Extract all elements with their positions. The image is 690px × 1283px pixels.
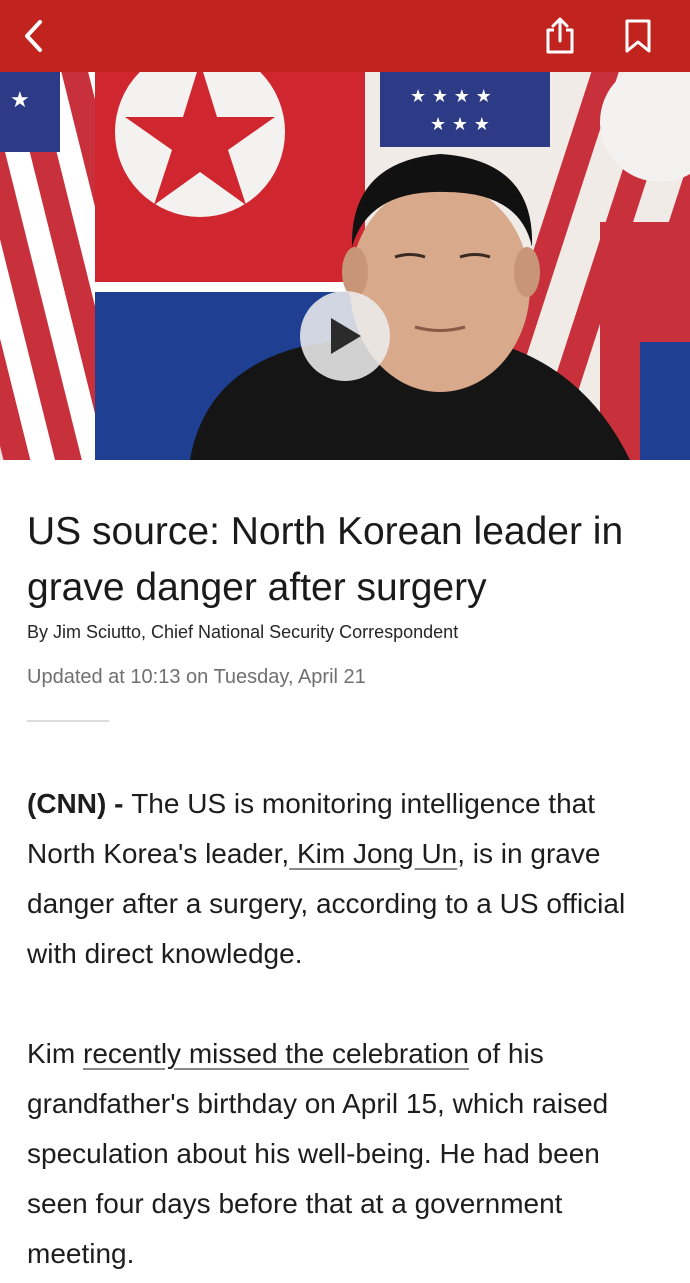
bookmark-icon (625, 19, 651, 53)
source-tag: (CNN) (27, 788, 107, 819)
svg-text:★ ★ ★ ★: ★ ★ ★ ★ (410, 86, 492, 107)
updated-timestamp: Updated at 10:13 on Tuesday, April 21 (27, 666, 366, 688)
missed-celebration-link[interactable]: recently missed the celebration (83, 1038, 469, 1069)
hero-video[interactable]: ★ ★ ★ ★ ★ ★ ★ ★ (0, 72, 690, 460)
share-icon (546, 17, 574, 54)
article-paragraph-1: (CNN) - The US is monitoring intelligenc… (27, 779, 667, 979)
share-button[interactable] (530, 0, 590, 72)
hero-image: ★ ★ ★ ★ ★ ★ ★ ★ (0, 72, 690, 460)
chevron-left-icon (25, 20, 42, 52)
article-headline: US source: North Korean leader in grave … (27, 510, 624, 609)
svg-text:★: ★ (10, 88, 30, 113)
top-nav-bar (0, 0, 690, 72)
svg-text:★ ★ ★: ★ ★ ★ (430, 114, 490, 135)
byline: By Jim Sciutto, Chief National Security … (27, 622, 459, 642)
back-button[interactable] (4, 0, 64, 72)
divider (27, 720, 109, 722)
source-separator: - (106, 788, 132, 819)
play-icon (331, 318, 361, 354)
play-button[interactable] (300, 291, 390, 381)
kim-jong-un-link[interactable]: Kim Jong Un (289, 838, 457, 869)
bookmark-button[interactable] (608, 0, 668, 72)
paragraph-text: of his grandfather's birthday on April 1… (27, 1038, 609, 1269)
article-paragraph-2: Kim recently missed the celebration of h… (27, 1029, 667, 1279)
paragraph-text: Kim (27, 1038, 83, 1069)
